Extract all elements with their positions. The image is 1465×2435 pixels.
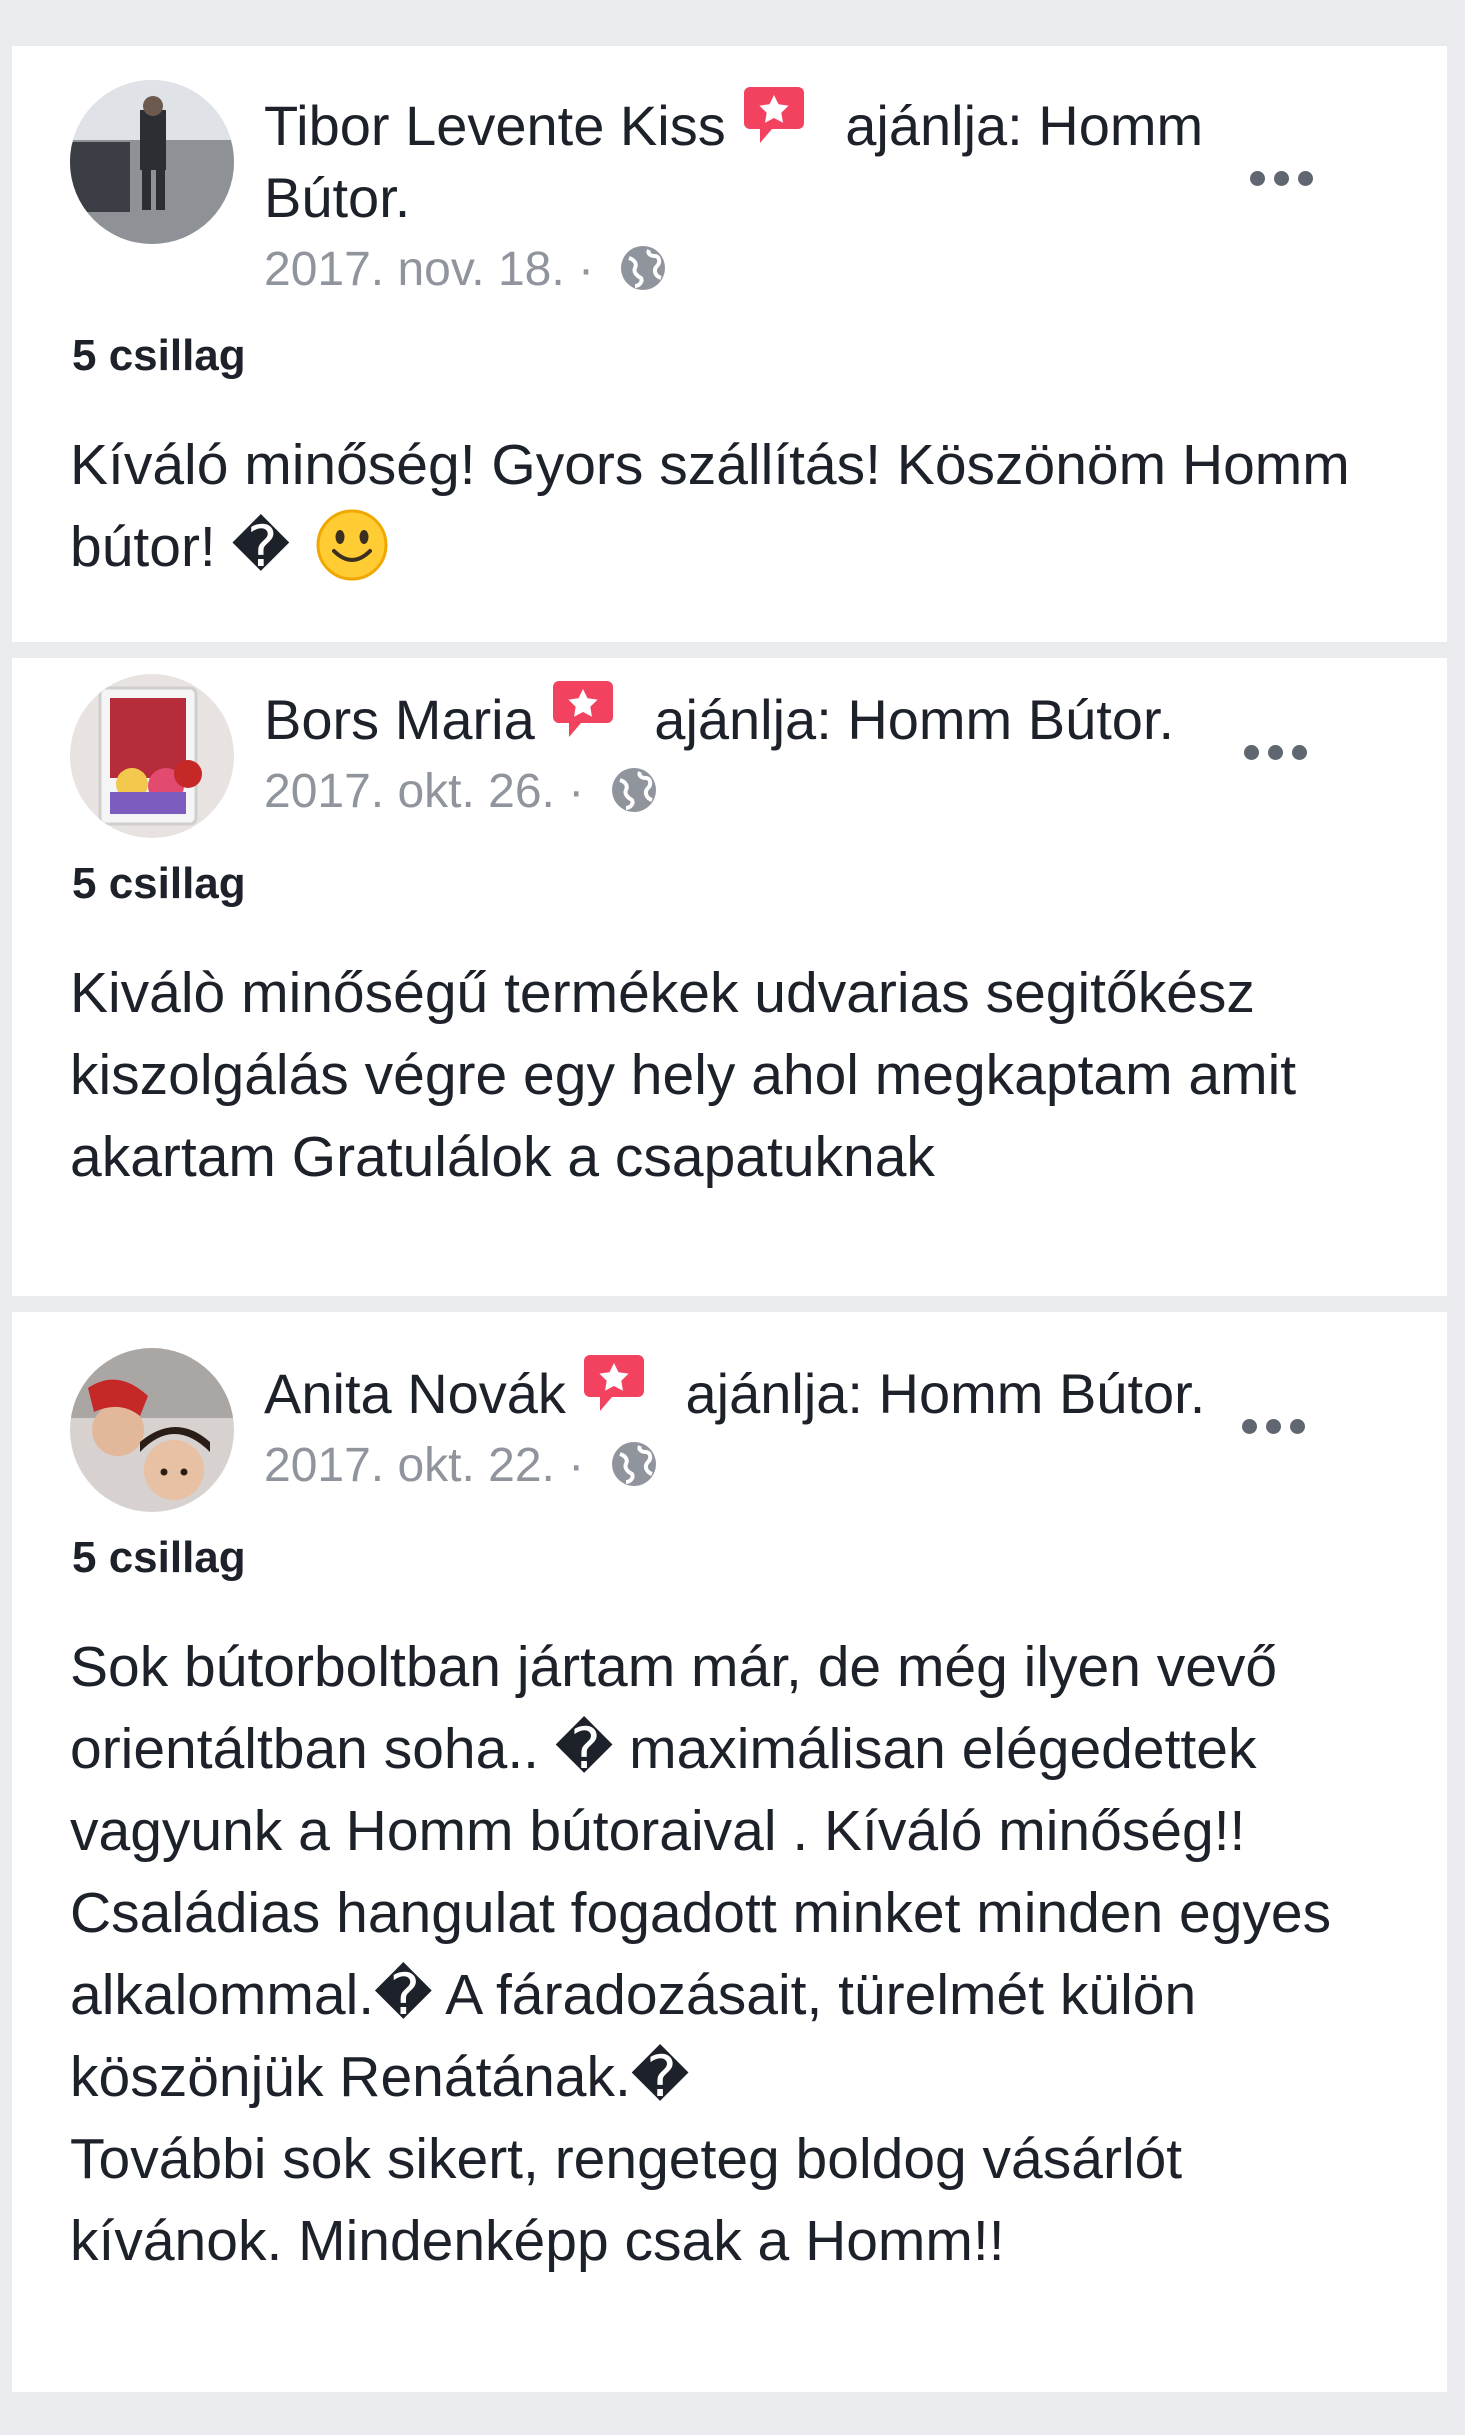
globe-icon [610, 1440, 658, 1488]
review-meta: 2017. nov. 18. · [264, 240, 667, 300]
globe-icon [610, 766, 658, 814]
avatar[interactable] [70, 80, 234, 244]
recommendation-star-icon [582, 1353, 646, 1415]
review-card: Bors Maria ajánlja: Homm Bútor. 2017. ok… [12, 658, 1447, 1296]
avatar-photo [70, 1348, 234, 1512]
review-card: Anita Novák ajánlja: Homm Bútor. 2017. o… [12, 1312, 1447, 2392]
star-rating: 5 csillag [72, 331, 246, 380]
review-text: Kiválò minőségű termékek udvarias segitő… [70, 952, 1377, 1198]
author-name[interactable]: Bors Maria [264, 688, 535, 751]
review-date[interactable]: 2017. okt. 22. [264, 1439, 555, 1492]
review-header: Bors Maria ajánlja: Homm Bútor. [264, 681, 1227, 756]
meta-separator: · [554, 1439, 598, 1492]
review-meta: 2017. okt. 22. · [264, 1436, 658, 1496]
globe-icon [619, 244, 667, 292]
avatar[interactable] [70, 1348, 234, 1512]
review-text-content: Kiválò minőségű termékek udvarias segitő… [70, 961, 1297, 1189]
review-header: Anita Novák ajánlja: Homm Bútor. [264, 1355, 1227, 1430]
recommends-text: ajánlja: Homm Bútor. [638, 688, 1175, 751]
review-text: Sok bútorboltban jártam már, de még ilye… [70, 1626, 1407, 2282]
recommendation-star-icon [551, 679, 615, 741]
avatar-photo [70, 674, 234, 838]
star-rating: 5 csillag [72, 1533, 246, 1582]
review-date[interactable]: 2017. nov. 18. [264, 243, 565, 296]
more-options-icon[interactable] [1241, 158, 1321, 198]
review-text-content: Sok bútorboltban jártam már, de még ilye… [70, 1635, 1332, 2273]
avatar[interactable] [70, 674, 234, 838]
more-options-icon[interactable] [1233, 1406, 1313, 1446]
review-text-content: Kíváló minőség! Gyors szállítás! Köszönö… [70, 433, 1350, 579]
author-name[interactable]: Anita Novák [264, 1362, 566, 1425]
review-header: Tibor Levente Kiss ajánlja: Homm Bútor. [264, 87, 1227, 234]
review-meta: 2017. okt. 26. · [264, 762, 658, 822]
recommends-text: ajánlja: Homm Bútor. [669, 1362, 1206, 1425]
avatar-photo [70, 80, 234, 244]
author-name[interactable]: Tibor Levente Kiss [264, 94, 726, 157]
review-card: Tibor Levente Kiss ajánlja: Homm Bútor. … [12, 46, 1447, 642]
more-options-icon[interactable] [1235, 732, 1315, 772]
review-text: Kíváló minőség! Gyors szállítás! Köszönö… [70, 424, 1377, 589]
meta-separator: · [564, 243, 608, 296]
review-date[interactable]: 2017. okt. 26. [264, 765, 555, 818]
smiley-emoji-icon [314, 507, 390, 583]
star-rating: 5 csillag [72, 859, 246, 908]
meta-separator: · [554, 765, 598, 818]
recommendation-star-icon [742, 85, 806, 147]
